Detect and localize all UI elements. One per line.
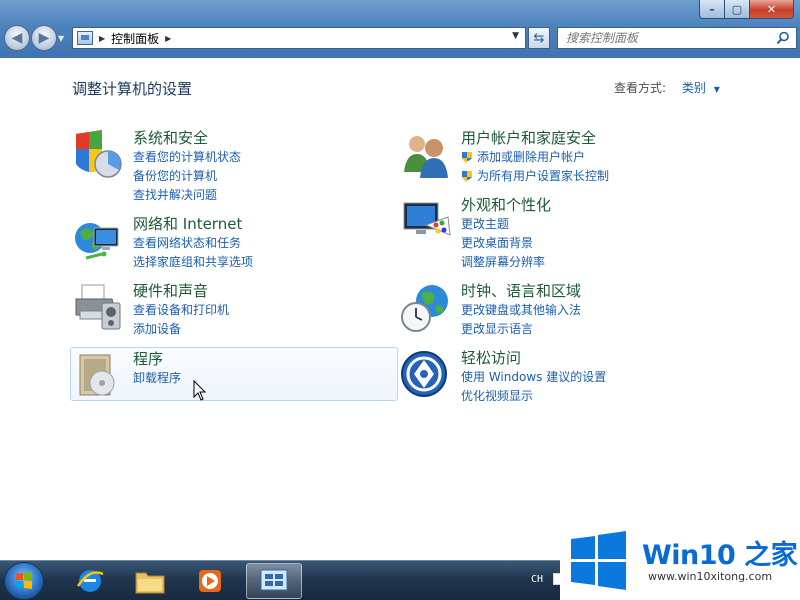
link-text: 添加或删除用户帐户	[477, 150, 586, 164]
link-change-theme[interactable]: 更改主题	[461, 215, 551, 234]
address-dropdown-icon[interactable]: ▼	[512, 31, 519, 41]
link-homegroup-sharing[interactable]: 选择家庭组和共享选项	[133, 253, 253, 272]
category-body: 用户帐户和家庭安全 添加或删除用户帐户 为所有用户设置家长控制	[461, 128, 609, 186]
view-by: 查看方式: 类别 ▼	[614, 79, 720, 96]
ie-icon	[76, 570, 104, 592]
windows-logo-icon	[16, 572, 32, 589]
link-add-remove-user[interactable]: 添加或删除用户帐户	[461, 148, 609, 167]
category-title-hardware-sound[interactable]: 硬件和声音	[133, 281, 229, 301]
page-title: 调整计算机的设置	[72, 80, 193, 98]
category-title-ease-of-access[interactable]: 轻松访问	[461, 348, 606, 368]
clock-globe-icon[interactable]	[400, 281, 454, 335]
category-body: 时钟、语言和区域 更改键盘或其他输入法 更改显示语言	[461, 281, 581, 339]
mouse-cursor-icon	[193, 380, 207, 401]
programs-icon[interactable]	[72, 349, 126, 403]
close-button[interactable]: ✕	[750, 0, 794, 19]
category-title-user-accounts[interactable]: 用户帐户和家庭安全	[461, 128, 609, 148]
taskbar-media-player-button[interactable]	[182, 563, 238, 599]
watermark: Win10 之家 www.win10xitong.com	[560, 525, 800, 600]
category-body: 外观和个性化 更改主题 更改桌面背景 调整屏幕分辨率	[461, 195, 551, 272]
link-change-display-language[interactable]: 更改显示语言	[461, 320, 581, 339]
link-parental-controls[interactable]: 为所有用户设置家长控制	[461, 167, 609, 186]
control-panel-icon	[260, 569, 288, 591]
chevron-down-icon[interactable]: ▼	[714, 85, 720, 94]
category-body: 程序 卸载程序	[133, 349, 181, 403]
shield-icon[interactable]	[72, 128, 126, 182]
category-title-system-security[interactable]: 系统和安全	[133, 128, 241, 148]
printer-icon[interactable]	[72, 281, 126, 335]
search-input[interactable]	[558, 29, 768, 47]
category-network-internet: 网络和 Internet 查看网络状态和任务 选择家庭组和共享选项	[72, 214, 253, 272]
category-clock-language-region: 时钟、语言和区域 更改键盘或其他输入法 更改显示语言	[400, 281, 581, 339]
link-view-network-status[interactable]: 查看网络状态和任务	[133, 234, 253, 253]
search-box[interactable]	[557, 27, 797, 49]
start-button[interactable]	[4, 562, 44, 600]
breadcrumb-control-panel[interactable]: 控制面板	[111, 30, 159, 47]
category-appearance: 外观和个性化 更改主题 更改桌面背景 调整屏幕分辨率	[400, 195, 551, 272]
link-troubleshoot[interactable]: 查找并解决问题	[133, 186, 241, 205]
category-user-accounts: 用户帐户和家庭安全 添加或删除用户帐户 为所有用户设置家长控制	[400, 128, 609, 186]
explorer-icon	[135, 572, 165, 594]
taskbar-explorer-button[interactable]	[122, 563, 178, 599]
category-body: 网络和 Internet 查看网络状态和任务 选择家庭组和共享选项	[133, 214, 253, 272]
windows-logo-icon	[571, 531, 626, 590]
forward-button[interactable]: ▶	[31, 25, 57, 51]
taskbar-ie-button[interactable]	[62, 563, 118, 599]
watermark-url: www.win10xitong.com	[648, 570, 773, 583]
link-view-devices-printers[interactable]: 查看设备和打印机	[133, 301, 229, 320]
view-by-label: 查看方式:	[614, 81, 667, 95]
control-panel-content: 调整计算机的设置 查看方式: 类别 ▼ 系统和安全 查看您的计算机状态 备份您的…	[0, 58, 800, 560]
category-system-security: 系统和安全 查看您的计算机状态 备份您的计算机 查找并解决问题	[72, 128, 241, 205]
users-icon[interactable]	[400, 128, 454, 182]
link-adjust-resolution[interactable]: 调整屏幕分辨率	[461, 253, 551, 272]
media-player-icon	[199, 570, 221, 592]
breadcrumb-chevron-icon[interactable]: ▶	[99, 34, 105, 43]
link-view-computer-status[interactable]: 查看您的计算机状态	[133, 148, 241, 167]
link-backup-computer[interactable]: 备份您的计算机	[133, 167, 241, 186]
category-title-programs[interactable]: 程序	[133, 349, 181, 369]
refresh-button[interactable]: ⇆	[528, 27, 550, 49]
category-title-appearance[interactable]: 外观和个性化	[461, 195, 551, 215]
category-title-network-internet[interactable]: 网络和 Internet	[133, 214, 253, 234]
category-ease-of-access: 轻松访问 使用 Windows 建议的设置 优化视频显示	[400, 348, 606, 406]
window-titlebar: – ▢ ✕ ◀ ▶ ▼ ▶ 控制面板 ▶ ▼ ⇆	[0, 0, 800, 58]
category-title-clock-language-region[interactable]: 时钟、语言和区域	[461, 281, 581, 301]
back-button[interactable]: ◀	[4, 25, 30, 51]
appearance-icon[interactable]	[400, 195, 454, 249]
uac-shield-icon	[462, 171, 472, 182]
link-optimize-display[interactable]: 优化视频显示	[461, 387, 606, 406]
link-recommended-settings[interactable]: 使用 Windows 建议的设置	[461, 368, 606, 387]
window-controls: – ▢ ✕	[699, 0, 794, 19]
recent-pages-dropdown[interactable]: ▼	[58, 34, 64, 43]
category-programs: 程序 卸载程序	[72, 349, 181, 403]
view-by-dropdown[interactable]: 类别	[682, 81, 706, 95]
link-add-device[interactable]: 添加设备	[133, 320, 229, 339]
category-body: 硬件和声音 查看设备和打印机 添加设备	[133, 281, 229, 339]
category-hardware-sound: 硬件和声音 查看设备和打印机 添加设备	[72, 281, 229, 339]
back-arrow-icon: ◀	[11, 30, 23, 46]
minimize-button[interactable]: –	[699, 0, 725, 19]
breadcrumb-chevron-icon[interactable]: ▶	[165, 34, 171, 43]
category-body: 系统和安全 查看您的计算机状态 备份您的计算机 查找并解决问题	[133, 128, 241, 205]
link-uninstall-program[interactable]: 卸载程序	[133, 369, 181, 388]
watermark-name: Win10 之家	[642, 540, 798, 571]
category-body: 轻松访问 使用 Windows 建议的设置 优化视频显示	[461, 348, 606, 406]
forward-arrow-icon: ▶	[38, 30, 50, 46]
link-text: 为所有用户设置家长控制	[477, 169, 610, 183]
link-change-background[interactable]: 更改桌面背景	[461, 234, 551, 253]
link-change-keyboard[interactable]: 更改键盘或其他输入法	[461, 301, 581, 320]
taskbar-control-panel-button[interactable]	[246, 563, 302, 599]
refresh-icon: ⇆	[533, 30, 545, 46]
control-panel-icon	[77, 31, 93, 45]
search-icon[interactable]	[776, 31, 790, 45]
uac-shield-icon	[462, 152, 472, 163]
maximize-button[interactable]: ▢	[725, 0, 750, 19]
address-bar[interactable]: ▶ 控制面板 ▶ ▼	[72, 27, 526, 49]
network-globe-icon[interactable]	[72, 214, 126, 268]
input-language-indicator[interactable]: CH	[531, 574, 543, 585]
ease-of-access-icon[interactable]	[400, 348, 454, 402]
